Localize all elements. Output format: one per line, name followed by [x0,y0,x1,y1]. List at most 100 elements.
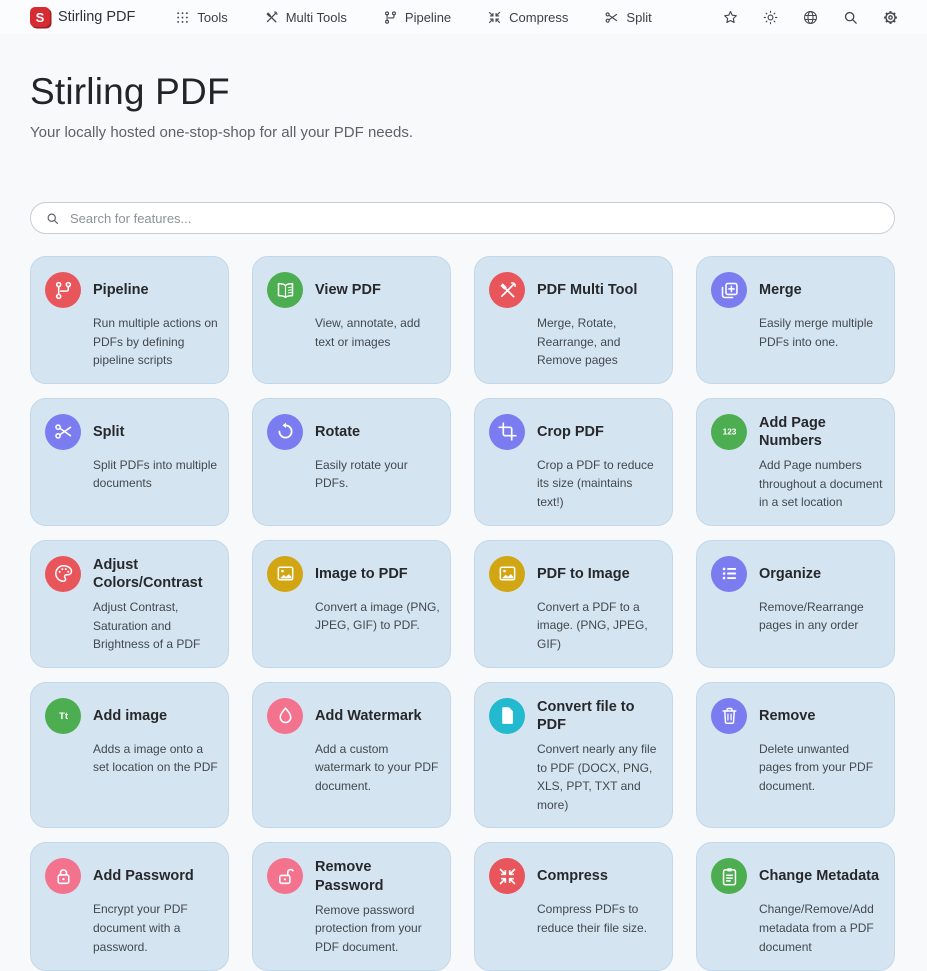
feature-title: Merge [759,272,884,308]
feature-description: Easily rotate your PDFs. [315,456,440,493]
nav-item-compress[interactable]: Compress [487,10,568,25]
feature-description: Add a custom watermark to your PDF docum… [315,740,440,796]
bullet-list-icon [711,556,747,592]
brand[interactable]: S Stirling PDF [30,7,135,27]
search-icon[interactable] [842,9,859,26]
feature-title: Split [93,414,218,450]
feature-title: Crop PDF [537,414,662,450]
star-icon[interactable] [722,9,739,26]
hammer-wrench-icon [264,10,279,25]
add-to-stack-icon [711,272,747,308]
feature-description: Encrypt your PDF document with a passwor… [93,900,218,956]
feature-description: Compress PDFs to reduce their file size. [537,900,662,937]
navbar-actions [722,9,899,26]
feature-card-adjust-colors-contrast[interactable]: Adjust Colors/Contrast Adjust Contrast, … [30,540,229,668]
navbar: S Stirling PDF Tools Multi Tools Pipelin… [0,0,927,34]
feature-title: View PDF [315,272,440,308]
feature-title: Add image [93,698,218,734]
page-subtitle: Your locally hosted one-stop-shop for al… [30,124,895,141]
nav-item-label: Pipeline [405,10,451,25]
feature-card-pipeline[interactable]: Pipeline Run multiple actions on PDFs by… [30,256,229,384]
svg-text:123: 123 [722,427,736,437]
image-icon [267,556,303,592]
feature-title: PDF Multi Tool [537,272,662,308]
pipeline-icon [45,272,81,308]
feature-card-crop-pdf[interactable]: Crop PDF Crop a PDF to reduce its size (… [474,398,673,526]
rotate-arrow-icon [267,414,303,450]
nav-item-split[interactable]: Split [604,10,651,25]
feature-title: Add Watermark [315,698,440,734]
feature-title: PDF to Image [537,556,662,592]
feature-title: Remove [759,698,884,734]
trash-icon [711,698,747,734]
settings-icon[interactable] [882,9,899,26]
feature-title: Pipeline [93,272,218,308]
features-grid: Pipeline Run multiple actions on PDFs by… [30,256,895,971]
feature-card-compress[interactable]: Compress Compress PDFs to reduce their f… [474,842,673,970]
clipboard-icon [711,858,747,894]
main-content: Stirling PDF Your locally hosted one-sto… [0,71,927,971]
scissors-icon [604,10,619,25]
unlock-icon [267,858,303,894]
feature-card-image-to-pdf[interactable]: Image to PDF Convert a image (PNG, JPEG,… [252,540,451,668]
feature-card-merge[interactable]: Merge Easily merge multiple PDFs into on… [696,256,895,384]
compress-icon [487,10,502,25]
compress-icon [489,858,525,894]
feature-title: Convert file to PDF [537,698,662,734]
feature-card-remove-password[interactable]: Remove Password Remove password protecti… [252,842,451,970]
feature-card-split[interactable]: Split Split PDFs into multiple documents [30,398,229,526]
feature-card-view-pdf[interactable]: View PDF View, annotate, add text or ima… [252,256,451,384]
nav-item-label: Compress [509,10,568,25]
feature-title: Compress [537,858,662,894]
feature-card-add-page-numbers[interactable]: 123 Add Page Numbers Add Page numbers th… [696,398,895,526]
droplet-icon [267,698,303,734]
search-icon [45,211,60,226]
globe-icon[interactable] [802,9,819,26]
feature-title: Change Metadata [759,858,884,894]
text-badge-icon: Tt [45,698,81,734]
feature-card-pdf-to-image[interactable]: PDF to Image Convert a PDF to a image. (… [474,540,673,668]
nav-item-pipeline[interactable]: Pipeline [383,10,451,25]
feature-description: Split PDFs into multiple documents [93,456,218,493]
feature-search-input[interactable] [70,211,880,226]
feature-card-convert-file-to-pdf[interactable]: Convert file to PDF Convert nearly any f… [474,682,673,829]
feature-title: Remove Password [315,858,440,894]
feature-description: Convert nearly any file to PDF (DOCX, PN… [537,740,662,814]
feature-description: Adds a image onto a set location on the … [93,740,218,777]
feature-description: Crop a PDF to reduce its size (maintains… [537,456,662,512]
feature-card-organize[interactable]: Organize Remove/Rearrange pages in any o… [696,540,895,668]
numbers-badge-icon: 123 [711,414,747,450]
feature-description: Change/Remove/Add metadata from a PDF do… [759,900,884,956]
feature-title: Adjust Colors/Contrast [93,556,218,592]
feature-card-add-watermark[interactable]: Add Watermark Add a custom watermark to … [252,682,451,829]
feature-description: Easily merge multiple PDFs into one. [759,314,884,351]
feature-card-remove[interactable]: Remove Delete unwanted pages from your P… [696,682,895,829]
feature-title: Add Page Numbers [759,414,884,450]
feature-description: Remove password protection from your PDF… [315,901,440,957]
stirling-logo-icon: S [30,7,50,27]
nav-item-tools[interactable]: Tools [175,10,227,25]
svg-text:Tt: Tt [58,711,68,722]
feature-description: Adjust Contrast, Saturation and Brightne… [93,598,218,654]
feature-description: Run multiple actions on PDFs by defining… [93,314,218,370]
feature-description: Convert a PDF to a image. (PNG, JPEG, GI… [537,598,662,654]
crop-icon [489,414,525,450]
feature-card-add-image[interactable]: Tt Add image Adds a image onto a set loc… [30,682,229,829]
page-title: Stirling PDF [30,71,895,113]
pipeline-icon [383,10,398,25]
brand-label: Stirling PDF [58,9,135,25]
nav-item-label: Multi Tools [286,10,347,25]
feature-description: View, annotate, add text or images [315,314,440,351]
feature-card-rotate[interactable]: Rotate Easily rotate your PDFs. [252,398,451,526]
feature-search-bar [30,202,895,234]
feature-card-add-password[interactable]: Add Password Encrypt your PDF document w… [30,842,229,970]
feature-description: Delete unwanted pages from your PDF docu… [759,740,884,796]
feature-card-pdf-multi-tool[interactable]: PDF Multi Tool Merge, Rotate, Rearrange,… [474,256,673,384]
book-open-icon [267,272,303,308]
feature-card-change-metadata[interactable]: Change Metadata Change/Remove/Add metada… [696,842,895,970]
brightness-icon[interactable] [762,9,779,26]
feature-description: Convert a image (PNG, JPEG, GIF) to PDF. [315,598,440,635]
image-icon [489,556,525,592]
hammer-wrench-icon [489,272,525,308]
nav-item-multi-tools[interactable]: Multi Tools [264,10,347,25]
